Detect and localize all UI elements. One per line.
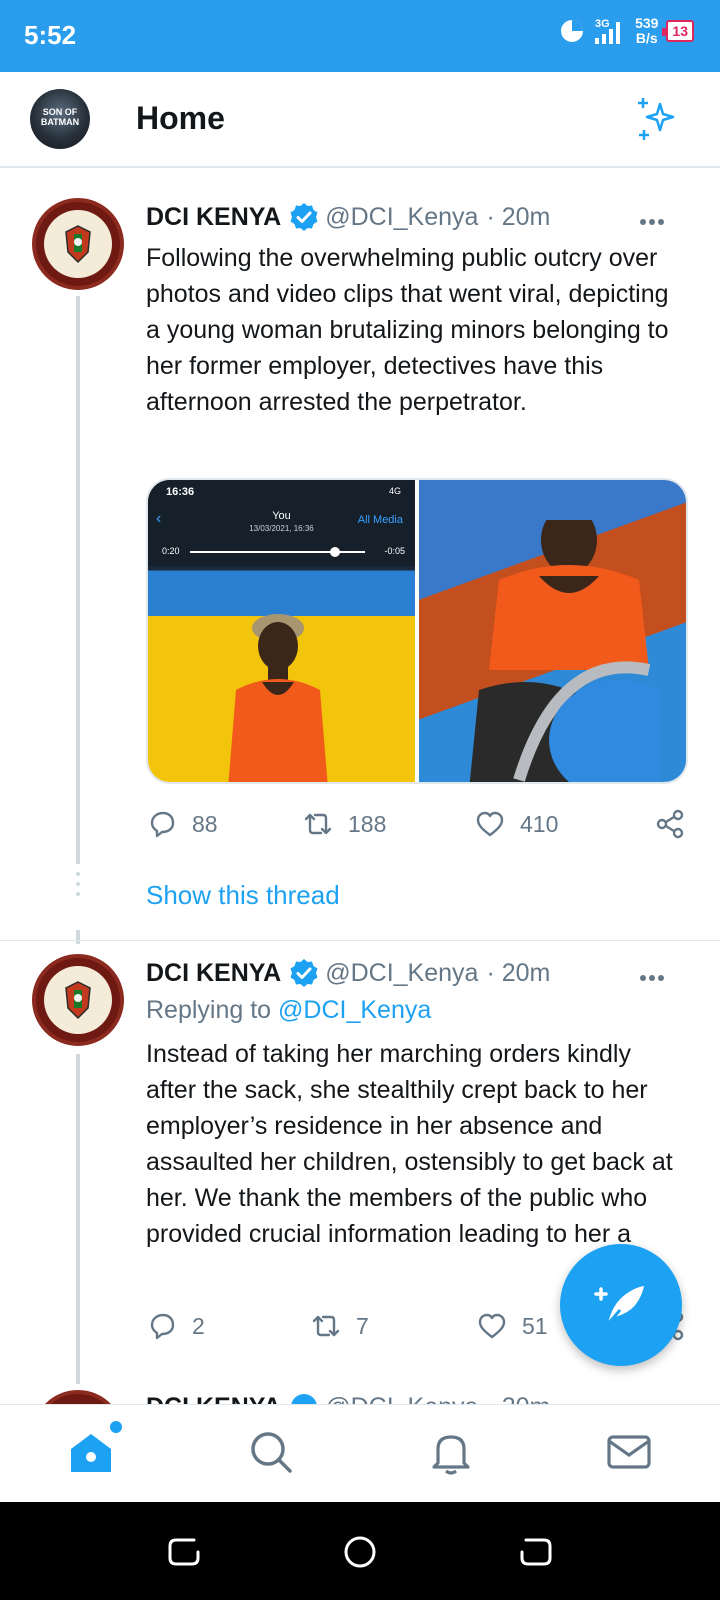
speed-value: 539 [635, 15, 659, 31]
profile-avatar[interactable] [30, 89, 90, 149]
network-speed: 539 B/s [635, 16, 658, 46]
status-bar: 5:52 3G 539 B/s 13 [0, 0, 720, 72]
circle-home-icon [344, 1536, 376, 1568]
screenshot-all-media: All Media [357, 514, 403, 526]
tweet-time: · 20m [486, 202, 551, 231]
thread-dots [76, 872, 80, 902]
retweet-count: 7 [356, 1312, 369, 1339]
media-image-1[interactable]: 16:36 4G ‹ You 13/03/2021, 16:36 All Med… [148, 480, 415, 782]
mail-icon [607, 1435, 651, 1469]
more-options-icon[interactable] [640, 968, 670, 981]
user-avatar[interactable] [32, 954, 124, 1046]
like-button[interactable]: 410 [474, 808, 558, 840]
nav-messages[interactable] [604, 1427, 654, 1477]
compose-feather-icon [594, 1286, 644, 1325]
reply-icon [150, 811, 175, 838]
reply-count: 2 [192, 1312, 205, 1339]
new-content-dot [110, 1421, 122, 1433]
thread-line [76, 930, 80, 944]
back-system-button[interactable] [516, 1532, 556, 1572]
replying-to: Replying to @DCI_Kenya [146, 996, 431, 1025]
retweet-icon [312, 1315, 340, 1337]
police-crest-icon [65, 981, 91, 1020]
verified-badge-icon [290, 203, 318, 231]
battery-indicator: 13 [662, 20, 694, 42]
home-icon [71, 1434, 111, 1472]
next-tweet-peek[interactable]: DCI KENYA @DCI_Kenya · 20m [0, 1388, 720, 1404]
retweet-icon [304, 813, 332, 835]
recent-apps-icon [168, 1538, 200, 1566]
screenshot-topbar: 16:36 4G ‹ You 13/03/2021, 16:36 All Med… [148, 480, 415, 566]
user-handle[interactable]: @DCI_Kenya [325, 959, 478, 988]
like-count: 410 [520, 810, 559, 837]
top-app-bar: Home [0, 72, 720, 168]
police-crest-icon [65, 225, 91, 264]
retweet-count: 188 [348, 810, 387, 837]
bell-icon [432, 1435, 470, 1475]
verified-badge-icon [291, 1394, 317, 1404]
user-avatar[interactable] [32, 198, 124, 290]
reply-button[interactable]: 2 [146, 1310, 205, 1342]
heart-icon [476, 811, 504, 837]
search-icon [251, 1432, 292, 1473]
tweet-header: DCI KENYA @DCI_Kenya · 20m [146, 200, 550, 234]
nav-notifications[interactable] [426, 1427, 476, 1477]
tweet-time: · 20m [486, 1393, 550, 1405]
screenshot-elapsed: 0:20 [162, 546, 180, 556]
status-icons: 3G 539 B/s 13 [559, 16, 694, 46]
tweet-actions: 88 188 410 [146, 808, 686, 848]
reply-icon [150, 1313, 175, 1340]
screenshot-time: 16:36 [166, 486, 195, 498]
person-figure [228, 614, 328, 782]
tweet-divider [0, 940, 720, 941]
more-options-icon[interactable] [640, 212, 670, 225]
replying-to-handle[interactable]: @DCI_Kenya [278, 996, 431, 1024]
signal-icon: 3G [595, 18, 621, 44]
display-name: DCI KENYA [146, 1393, 281, 1405]
tweet-text: Following the overwhelming public outcry… [146, 244, 669, 416]
video-progress-bar [190, 547, 365, 557]
tweet-header: DCI KENYA @DCI_Kenya · 20m [146, 956, 550, 990]
verified-badge-icon [290, 959, 318, 987]
home-system-button[interactable] [340, 1532, 380, 1572]
data-saver-icon [561, 20, 584, 42]
status-time: 5:52 [24, 20, 77, 50]
retweet-button[interactable]: 7 [310, 1310, 369, 1342]
tweet-media-grid[interactable]: 16:36 4G ‹ You 13/03/2021, 16:36 All Med… [146, 478, 688, 784]
user-avatar [32, 1390, 124, 1404]
heart-icon [478, 1313, 506, 1339]
display-name[interactable]: DCI KENYA [146, 203, 281, 232]
share-icon [656, 809, 684, 839]
show-thread-link[interactable]: Show this thread [146, 880, 340, 911]
speed-unit: B/s [635, 30, 658, 46]
sparkle-icon[interactable] [634, 96, 680, 142]
replying-prefix: Replying to [146, 996, 272, 1024]
thread-line [76, 296, 80, 864]
recent-apps-button[interactable] [164, 1532, 204, 1572]
like-button[interactable]: 51 [476, 1310, 548, 1342]
tweet-header: DCI KENYA @DCI_Kenya · 20m [146, 1390, 550, 1404]
back-icon [520, 1538, 552, 1566]
nav-search[interactable] [246, 1427, 296, 1477]
share-button[interactable] [654, 808, 686, 840]
reply-button[interactable]: 88 [146, 808, 218, 840]
system-navigation-bar [0, 1502, 720, 1600]
bottom-navigation [0, 1404, 720, 1502]
compose-tweet-button[interactable] [560, 1244, 682, 1366]
display-name[interactable]: DCI KENYA [146, 959, 281, 988]
nav-home[interactable] [66, 1421, 122, 1477]
thread-line [76, 1054, 80, 1384]
screenshot-remaining: -0:05 [384, 546, 405, 556]
svg-text:3G: 3G [595, 18, 610, 30]
media-image-2[interactable] [419, 480, 686, 782]
page-title: Home [136, 100, 225, 136]
user-handle[interactable]: @DCI_Kenya [325, 203, 478, 232]
retweet-button[interactable]: 188 [302, 808, 386, 840]
screenshot-signal: 4G [388, 486, 401, 496]
user-handle: @DCI_Kenya [325, 1393, 478, 1405]
reply-count: 88 [192, 810, 218, 837]
person-figure [469, 520, 659, 782]
tweet-time: · 20m [486, 958, 551, 987]
like-count: 51 [522, 1312, 548, 1339]
